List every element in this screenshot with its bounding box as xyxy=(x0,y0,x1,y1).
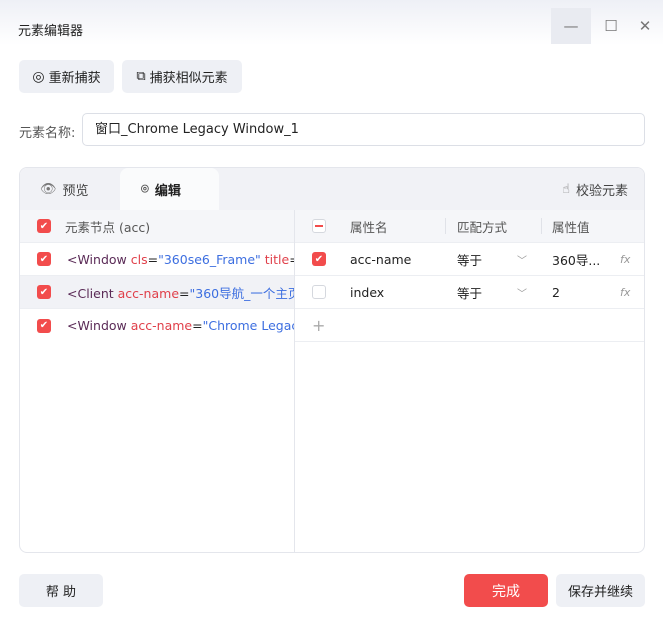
title-bar: 元素编辑器 — ☐ ✕ xyxy=(0,0,663,45)
attr-value: "Chrome Legacy... xyxy=(202,318,294,333)
node-row[interactable]: ✔ <Window cls="360se6_Frame" title="... xyxy=(20,243,294,276)
done-button[interactable]: 完成 xyxy=(464,574,548,607)
help-button[interactable]: 帮 助 xyxy=(19,574,103,607)
close-button[interactable]: ✕ xyxy=(630,8,660,44)
node-row[interactable]: ✔ <Window acc-name="Chrome Legacy... xyxy=(20,309,294,342)
node-list: ✔ 元素节点 (acc) ✔ <Window cls="360se6_Frame… xyxy=(20,210,295,552)
node-tag: <Window xyxy=(67,251,127,267)
add-property-button[interactable]: + xyxy=(312,316,325,335)
verify-element-button[interactable]: ☝ 校验元素 xyxy=(562,168,628,210)
property-row: index 等于 ﹀ 2 fx xyxy=(295,276,644,309)
property-checkbox[interactable] xyxy=(312,285,326,299)
node-checkbox[interactable]: ✔ xyxy=(37,252,51,266)
select-all-properties-checkbox[interactable] xyxy=(312,219,326,233)
match-mode-select[interactable]: 等于 xyxy=(457,250,482,269)
element-name-input[interactable]: 窗口_Chrome Legacy Window_1 xyxy=(82,113,645,146)
property-header: 属性名 匹配方式 属性值 xyxy=(295,210,644,243)
element-name-label: 元素名称: xyxy=(19,126,76,141)
window-title: 元素编辑器 xyxy=(18,24,84,39)
property-checkbox[interactable]: ✔ xyxy=(312,252,326,266)
hand-pointer-icon: ☝ xyxy=(562,181,570,197)
node-list-header: ✔ 元素节点 (acc) xyxy=(20,210,294,243)
node-checkbox[interactable]: ✔ xyxy=(37,285,51,299)
capture-similar-label: 捕获相似元素 xyxy=(149,71,228,86)
chevron-down-icon[interactable]: ﹀ xyxy=(517,285,527,300)
chevron-down-icon[interactable]: ﹀ xyxy=(517,252,527,267)
property-name: index xyxy=(350,284,385,300)
property-value[interactable]: 360导... xyxy=(552,250,600,269)
verify-label: 校验元素 xyxy=(575,183,628,199)
select-all-nodes-checkbox[interactable]: ✔ xyxy=(37,219,51,233)
capture-similar-button[interactable]: ⧉ 捕获相似元素 xyxy=(122,60,242,93)
node-row-selected[interactable]: ✔ <Client acc-name="360导航_一个主页... xyxy=(20,276,294,309)
recapture-icon: ◎ xyxy=(32,68,45,85)
tab-edit[interactable]: ⌾ 编辑 xyxy=(120,168,219,210)
save-continue-button[interactable]: 保存并继续 xyxy=(556,574,645,607)
recapture-button[interactable]: ◎ 重新捕获 xyxy=(19,60,114,93)
maximize-button[interactable]: ☐ xyxy=(591,8,631,44)
add-property-row: + xyxy=(295,309,644,342)
fx-icon[interactable]: fx xyxy=(620,253,630,266)
attr-name: acc-name xyxy=(126,318,193,333)
tab-edit-label: 编辑 xyxy=(154,183,181,199)
minimize-button[interactable]: — xyxy=(551,8,591,44)
eye-icon: 👁 xyxy=(40,181,57,197)
match-mode-select[interactable]: 等于 xyxy=(457,283,482,302)
capture-similar-icon: ⧉ xyxy=(136,69,146,84)
tab-bar: 👁 预览 ⌾ 编辑 ☝ 校验元素 xyxy=(20,168,644,210)
node-checkbox[interactable]: ✔ xyxy=(37,318,51,333)
fx-icon[interactable]: fx xyxy=(620,286,630,299)
attr-value: "360se6_Frame" xyxy=(158,251,261,267)
property-row: ✔ acc-name 等于 ﹀ 360导... fx xyxy=(295,243,644,276)
location-pin-icon: ⌾ xyxy=(141,181,149,197)
tab-preview-label: 预览 xyxy=(62,183,89,199)
editor-panel: 👁 预览 ⌾ 编辑 ☝ 校验元素 ✔ 元素节点 (acc) ✔ <Window cls… xyxy=(19,167,645,553)
header-match-mode: 匹配方式 xyxy=(457,219,508,235)
property-table: 属性名 匹配方式 属性值 ✔ acc-name 等于 ﹀ 360导... fx … xyxy=(295,210,644,552)
header-attr-value: 属性值 xyxy=(552,219,590,235)
attr-name: cls xyxy=(126,251,148,267)
node-header-label: 元素节点 (acc) xyxy=(65,219,151,235)
tab-preview[interactable]: 👁 预览 xyxy=(40,168,89,210)
attr-name: title xyxy=(260,251,290,267)
property-name: acc-name xyxy=(350,251,412,267)
recapture-label: 重新捕获 xyxy=(48,71,101,86)
node-tag: <Window xyxy=(67,318,127,333)
node-tag: <Client xyxy=(67,285,114,301)
property-value[interactable]: 2 xyxy=(552,285,560,300)
attr-value: "360导航_一个主页... xyxy=(189,285,295,301)
attr-name: acc-name xyxy=(113,285,180,301)
header-attr-name: 属性名 xyxy=(350,219,388,235)
